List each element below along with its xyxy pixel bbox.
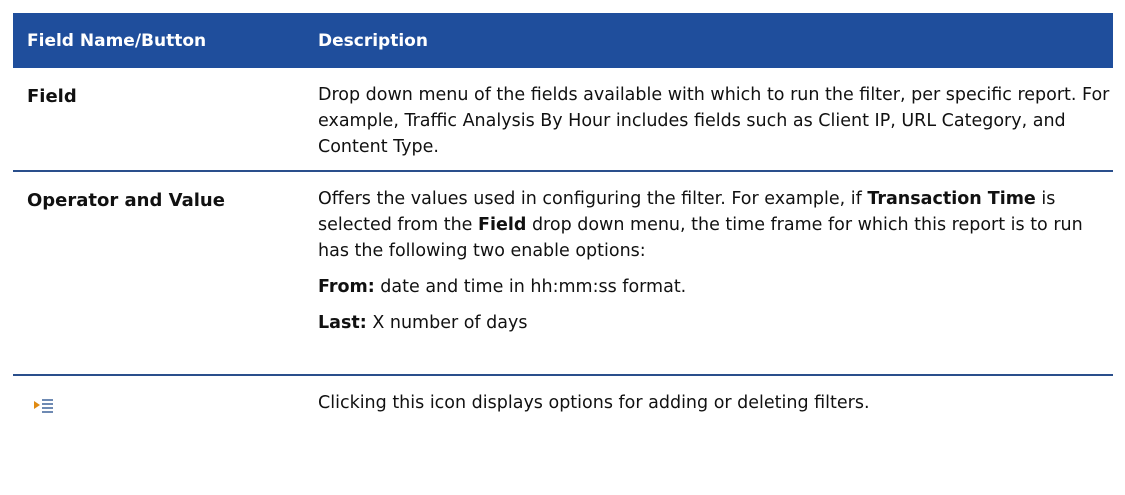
field-description-table: Field Name/Button Description Field Drop… — [13, 13, 1113, 434]
description-cell: Offers the values used in configuring th… — [318, 172, 1113, 374]
table-row: Clicking this icon displays options for … — [13, 376, 1113, 434]
from-label: From: — [318, 277, 375, 297]
bold-term: Field — [478, 215, 527, 235]
last-text: X number of days — [366, 313, 528, 333]
filter-options-icon[interactable] — [33, 396, 55, 414]
icon-description-text: Clicking this icon displays options for … — [318, 393, 870, 413]
field-description-text: Drop down menu of the fields available w… — [318, 85, 1110, 157]
header-field-name: Field Name/Button — [27, 30, 207, 51]
table-row: Field Drop down menu of the fields avail… — [13, 68, 1113, 172]
header-description: Description — [318, 30, 428, 51]
last-option-text: Last: X number of days — [318, 310, 1113, 336]
from-option-text: From: date and time in hh:mm:ss format. — [318, 274, 1113, 300]
field-name-cell: Operator and Value — [27, 190, 225, 211]
table-row: Operator and Value Offers the values use… — [13, 172, 1113, 376]
table-header: Field Name/Button Description — [13, 13, 1113, 68]
description-cell: Drop down menu of the fields available w… — [318, 68, 1113, 170]
operator-description-text: Offers the values used in configuring th… — [318, 186, 1113, 264]
from-text: date and time in hh:mm:ss format. — [374, 277, 687, 297]
bold-term: Transaction Time — [867, 189, 1036, 209]
last-label: Last: — [318, 313, 367, 333]
desc-text: Offers the values used in configuring th… — [318, 189, 868, 209]
field-name-cell: Field — [27, 86, 77, 107]
icon-cell — [13, 376, 318, 434]
description-cell: Clicking this icon displays options for … — [318, 376, 1113, 434]
